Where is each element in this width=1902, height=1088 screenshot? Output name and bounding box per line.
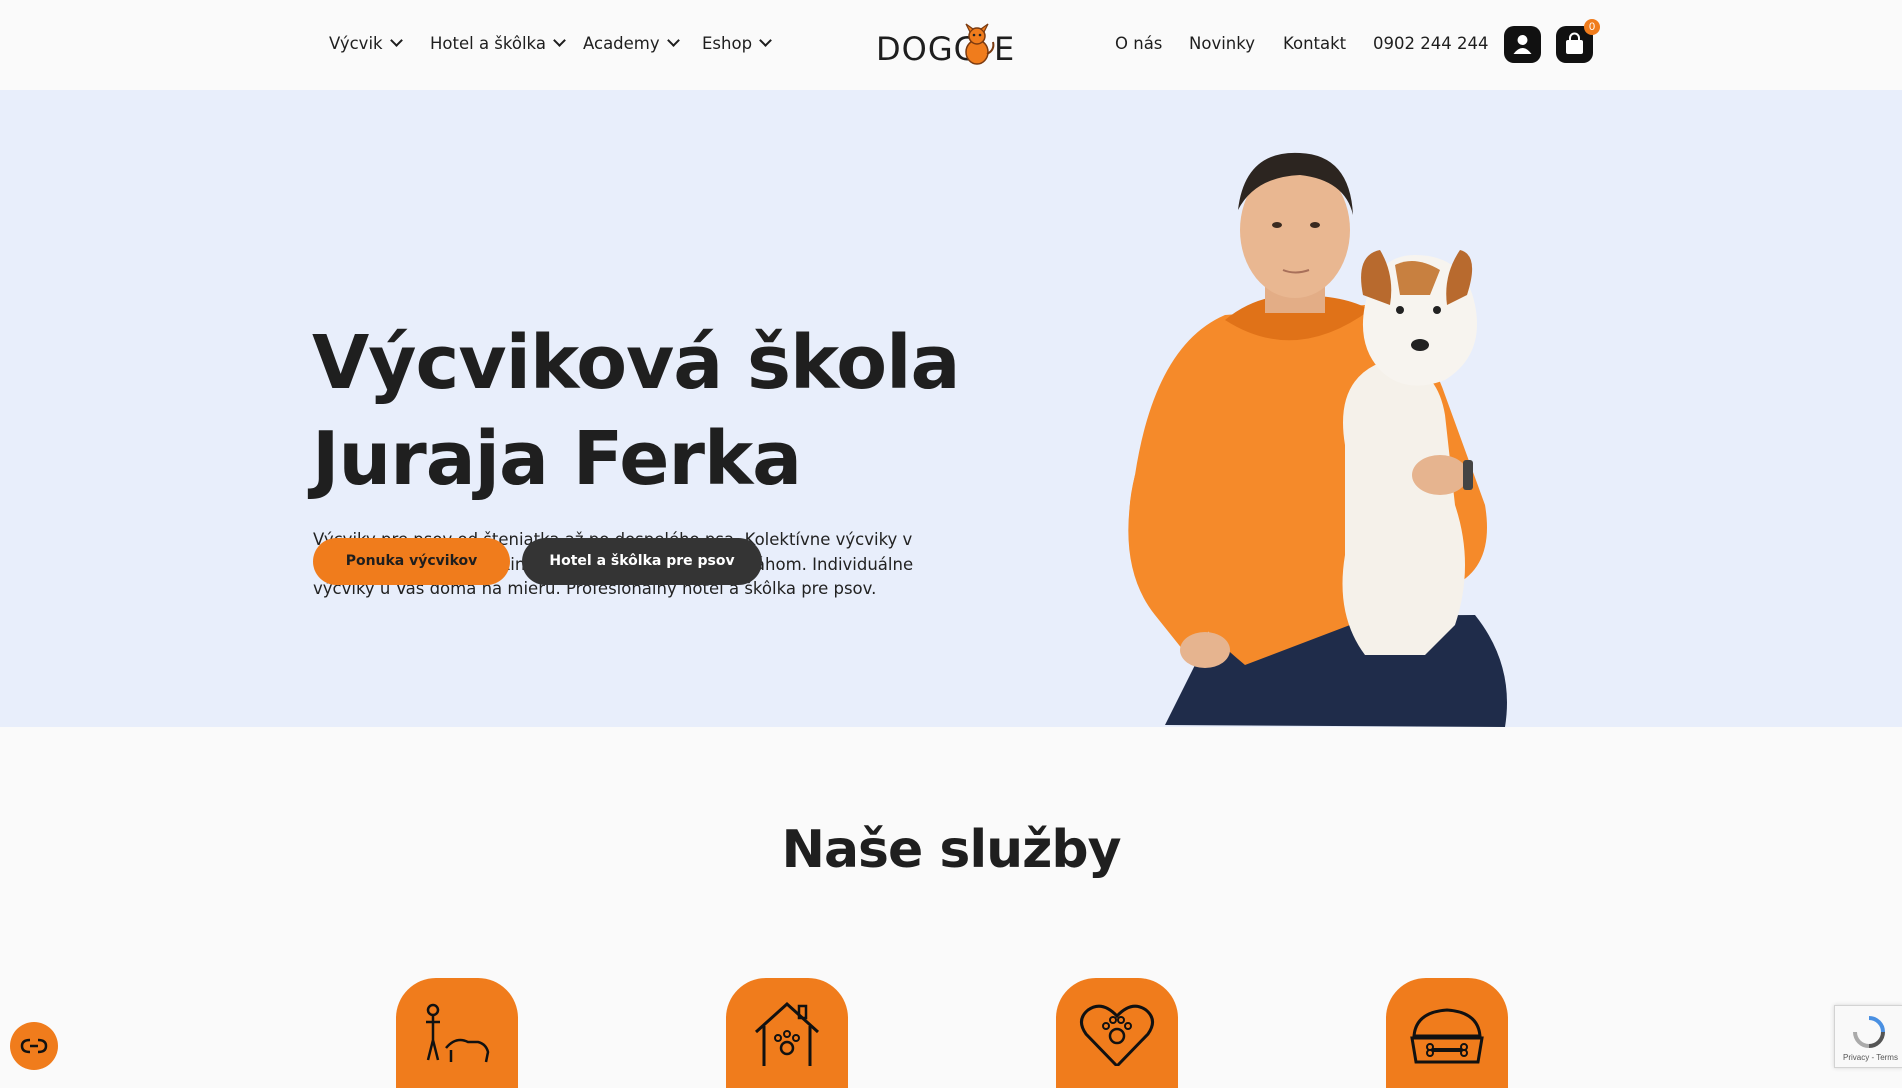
chevron-down-icon bbox=[553, 34, 566, 47]
nav-kontakt[interactable]: Kontakt bbox=[1283, 34, 1346, 53]
chevron-down-icon bbox=[389, 34, 403, 47]
hero-section: Výcviková škola Juraja Ferka Výcviky pre… bbox=[0, 90, 1902, 727]
service-eshop-card[interactable] bbox=[1386, 978, 1508, 1088]
site-logo[interactable]: DOGG E bbox=[876, 22, 1014, 68]
service-care-card[interactable] bbox=[1056, 978, 1178, 1088]
service-training-card[interactable] bbox=[396, 978, 518, 1088]
user-icon bbox=[1513, 35, 1532, 54]
hero-title-line2: Juraja Ferka bbox=[312, 416, 802, 502]
hero-title: Výcviková škola Juraja Ferka bbox=[312, 315, 1012, 507]
cart-count-badge: 0 bbox=[1584, 19, 1600, 35]
offer-trainings-button[interactable]: Ponuka výcvikov bbox=[313, 538, 510, 585]
chevron-down-icon bbox=[666, 34, 680, 47]
recaptcha-badge[interactable]: Privacy - Terms bbox=[1834, 1005, 1902, 1068]
trainer-with-dog-photo bbox=[1128, 152, 1507, 727]
heart-paw-icon bbox=[1080, 1004, 1154, 1069]
nav-label: Výcvik bbox=[329, 34, 383, 53]
nav-o-nas[interactable]: O nás bbox=[1115, 34, 1162, 53]
dog-house-icon bbox=[754, 1001, 820, 1066]
site-header: Výcvik Hotel a škôlka Academy Eshop DOGG… bbox=[0, 0, 1902, 90]
hotel-kindergarten-button[interactable]: Hotel a škôlka pre psov bbox=[522, 538, 762, 585]
cookie-settings-button[interactable] bbox=[10, 1022, 58, 1070]
recaptcha-privacy-terms[interactable]: Privacy - Terms bbox=[1843, 1053, 1898, 1062]
nav-label: Academy bbox=[583, 34, 660, 53]
cookie-icon bbox=[20, 1038, 48, 1054]
dog-training-icon bbox=[426, 1003, 490, 1063]
service-hotel-card[interactable] bbox=[726, 978, 848, 1088]
chevron-down-icon bbox=[759, 34, 772, 47]
nav-eshop[interactable]: Eshop bbox=[702, 34, 772, 53]
services-title: Naše služby bbox=[781, 820, 1121, 880]
recaptcha-icon bbox=[1853, 1016, 1885, 1048]
logo-text-end: E bbox=[994, 30, 1016, 68]
nav-label: Hotel a škôlka bbox=[430, 34, 546, 53]
nav-novinky[interactable]: Novinky bbox=[1189, 34, 1255, 53]
nav-hotel[interactable]: Hotel a škôlka bbox=[430, 34, 566, 53]
dog-bowl-icon bbox=[1410, 1008, 1484, 1064]
nav-label: Eshop bbox=[702, 34, 753, 53]
dog-logo-icon bbox=[965, 23, 995, 65]
hero-title-line1: Výcviková škola bbox=[312, 320, 960, 406]
nav-vycvik[interactable]: Výcvik bbox=[329, 34, 403, 53]
phone-link[interactable]: 0902 244 244 bbox=[1373, 34, 1488, 53]
account-button[interactable] bbox=[1504, 26, 1541, 63]
nav-academy[interactable]: Academy bbox=[583, 34, 680, 53]
